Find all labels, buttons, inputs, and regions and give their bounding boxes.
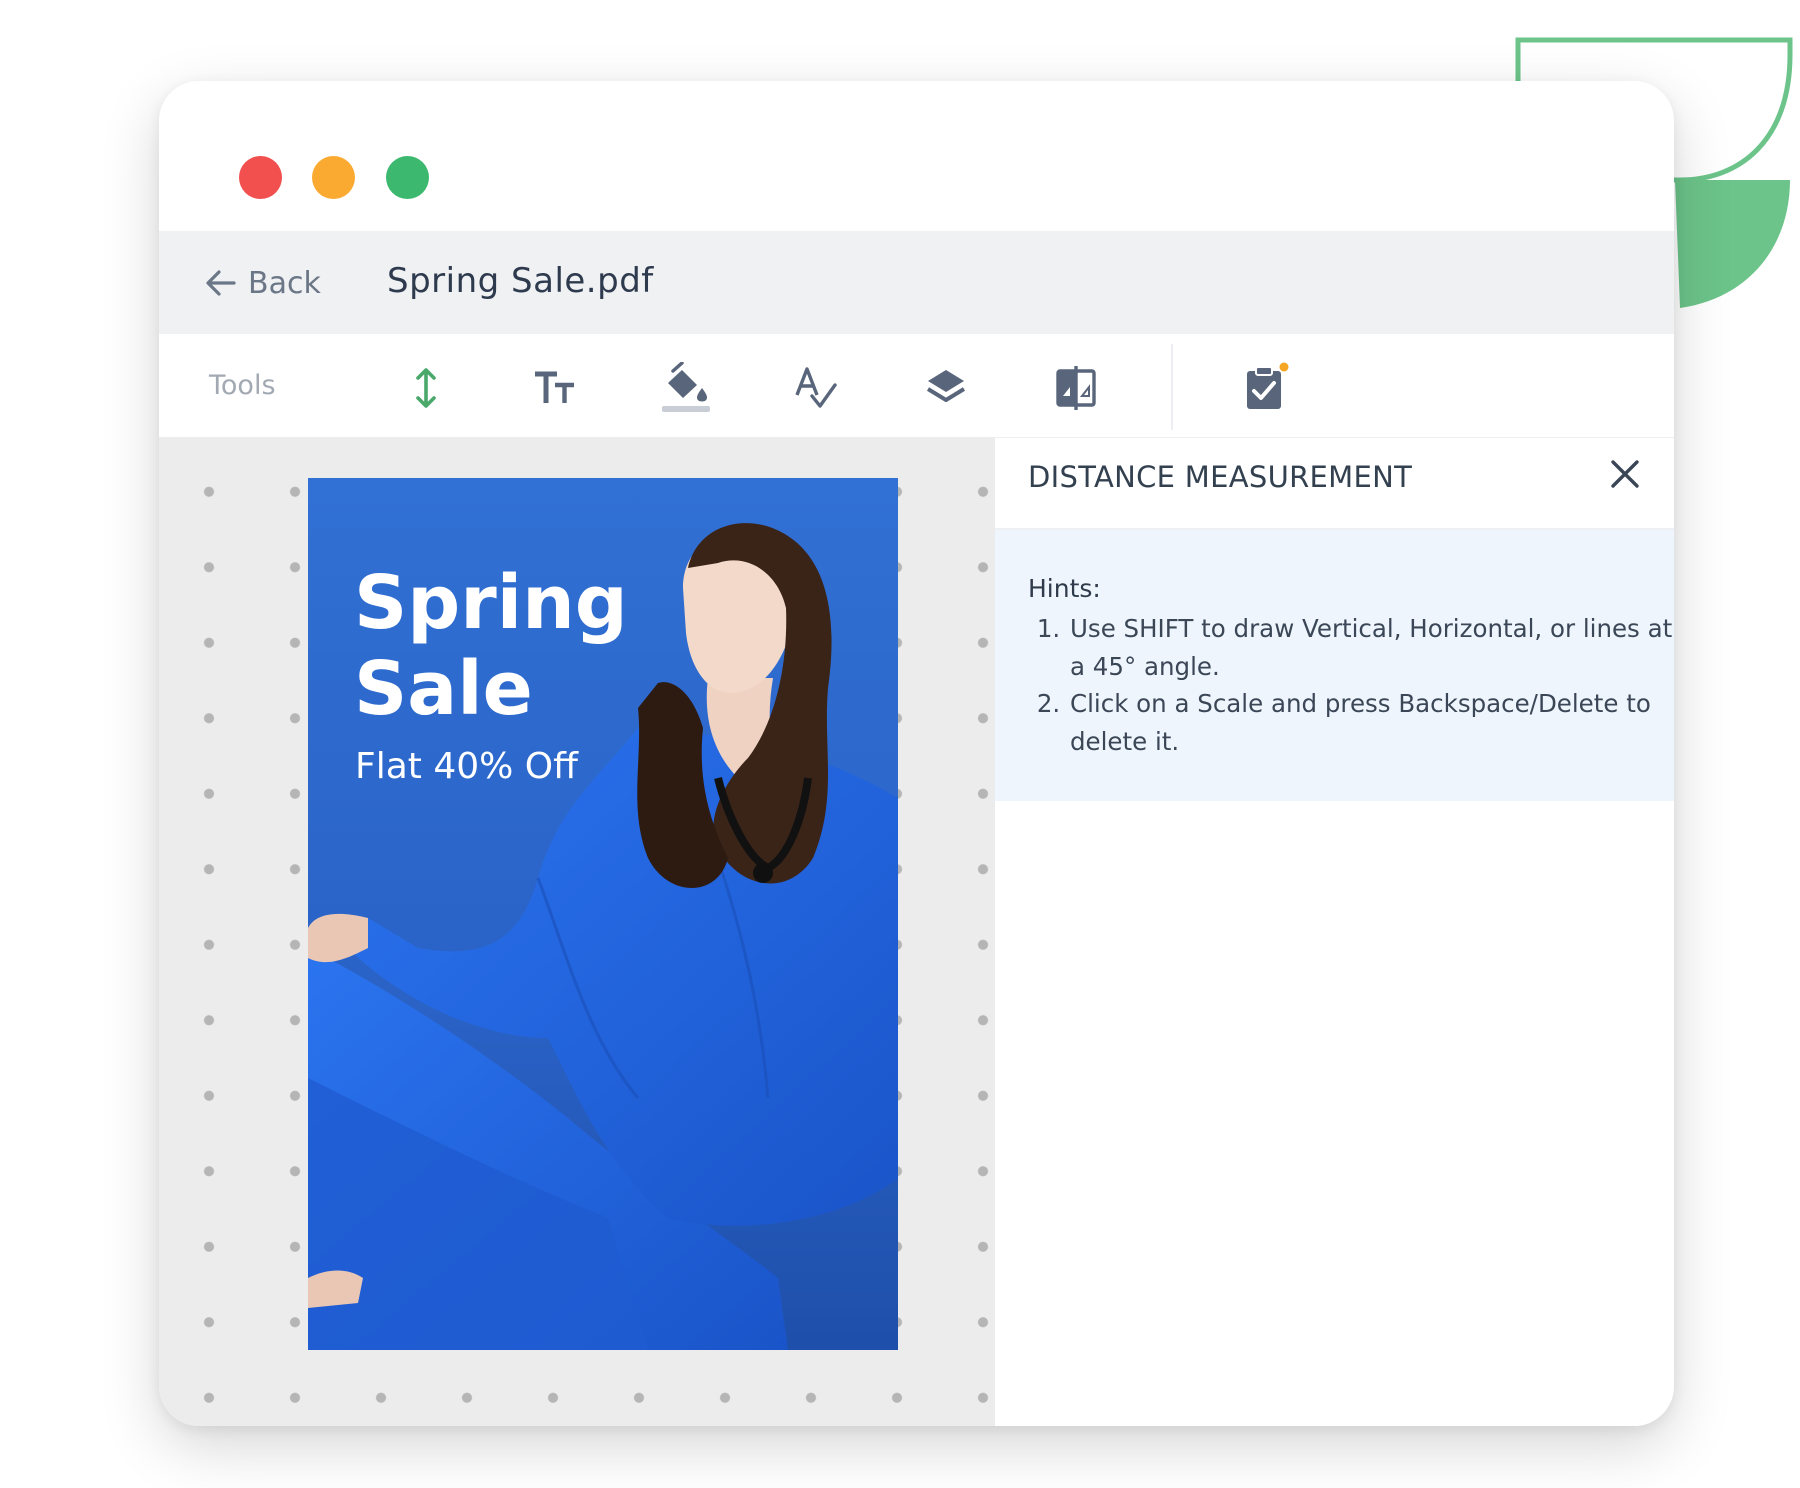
poster-title-line1: Spring xyxy=(354,560,628,646)
panel-header: DISTANCE MEASUREMENT xyxy=(995,438,1674,530)
poster-title-line2: Sale xyxy=(354,646,533,732)
back-button[interactable]: Back xyxy=(204,259,321,307)
panel-title: DISTANCE MEASUREMENT xyxy=(1028,460,1413,494)
hint-item: Click on a Scale and press Backspace/Del… xyxy=(1068,685,1674,760)
toolbar: Tools xyxy=(159,334,1674,439)
layers-icon xyxy=(926,370,966,402)
document-title: Spring Sale.pdf xyxy=(387,261,654,301)
document-page[interactable]: Spring Sale Flat 40% Off xyxy=(308,478,898,1350)
spell-check-icon xyxy=(795,367,837,408)
hints-list: Use SHIFT to draw Vertical, Horizontal, … xyxy=(1028,610,1674,760)
compare-icon xyxy=(1056,366,1096,410)
poster-title: Spring Sale xyxy=(354,560,628,732)
hints-title: Hints: xyxy=(1028,574,1101,603)
distance-measurement-panel: DISTANCE MEASUREMENT Hints: Use SHIFT to… xyxy=(995,438,1674,1426)
maximize-window-button[interactable] xyxy=(386,156,429,199)
tool-layers[interactable] xyxy=(914,356,978,420)
tools-label: Tools xyxy=(209,370,276,401)
tool-text-size[interactable] xyxy=(524,356,588,420)
title-bar xyxy=(159,81,1674,231)
app-window: Back Spring Sale.pdf Tools Spring Sale F… xyxy=(159,81,1674,1426)
document-canvas[interactable]: Spring Sale Flat 40% Off xyxy=(159,438,995,1426)
tool-compare[interactable] xyxy=(1044,356,1108,420)
hint-item: Use SHIFT to draw Vertical, Horizontal, … xyxy=(1068,610,1674,685)
back-label: Back xyxy=(248,265,321,301)
document-header: Back Spring Sale.pdf xyxy=(159,231,1674,334)
arrow-left-icon xyxy=(206,270,236,296)
tool-fill-color[interactable] xyxy=(654,356,718,420)
tool-distance-measure[interactable] xyxy=(394,356,458,420)
hints-box: Hints: Use SHIFT to draw Vertical, Horiz… xyxy=(995,530,1674,801)
poster-subtitle: Flat 40% Off xyxy=(355,746,578,787)
paint-bucket-icon xyxy=(662,362,710,412)
toolbar-divider xyxy=(1171,344,1173,430)
tool-spell-check[interactable] xyxy=(784,356,848,420)
close-icon[interactable] xyxy=(1607,456,1643,492)
vertical-arrows-icon xyxy=(416,368,436,408)
close-window-button[interactable] xyxy=(239,156,282,199)
text-size-icon xyxy=(535,371,574,403)
clipboard-check-icon xyxy=(1247,362,1289,409)
minimize-window-button[interactable] xyxy=(312,156,355,199)
notification-badge xyxy=(1279,362,1289,372)
tool-checklist[interactable] xyxy=(1233,356,1297,420)
